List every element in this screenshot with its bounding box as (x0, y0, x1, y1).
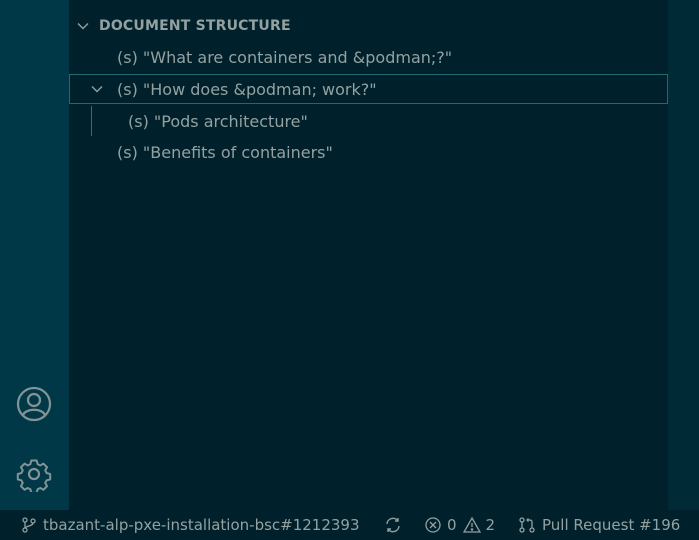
tree-item[interactable]: (s) "Pods architecture" (69, 106, 668, 136)
section-header-document-structure[interactable]: DOCUMENT STRUCTURE (69, 10, 668, 42)
status-bar: tbazant-alp-pxe-installation-bsc#1212393… (0, 510, 699, 540)
settings-gear-icon[interactable] (16, 456, 52, 494)
sync-icon (386, 517, 400, 533)
git-branch-icon (22, 517, 36, 533)
sidebar: DOCUMENT STRUCTURE (s) "What are contain… (69, 0, 668, 510)
pull-request-icon (519, 517, 535, 533)
pull-request-status[interactable]: Pull Request #196 (518, 516, 680, 534)
tree-item-selected[interactable]: (s) "How does &podman; work?" (69, 74, 668, 104)
warning-count: 2 (485, 516, 496, 534)
activity-bar (0, 0, 69, 510)
tree-item[interactable]: (s) "Benefits of containers" (69, 137, 668, 167)
branch-status[interactable]: tbazant-alp-pxe-installation-bsc#1212393 (20, 516, 360, 534)
chevron-down-icon[interactable] (89, 81, 105, 97)
section-title: DOCUMENT STRUCTURE (99, 18, 291, 34)
sync-button[interactable] (384, 516, 402, 534)
window: DOCUMENT STRUCTURE (s) "What are contain… (0, 0, 699, 540)
problems-status[interactable]: 0 2 (424, 516, 495, 534)
chevron-down-icon (77, 23, 89, 30)
indent-guide (91, 106, 92, 136)
sidebar-top-strip (69, 0, 668, 10)
branch-name: tbazant-alp-pxe-installation-bsc#1212393 (43, 516, 360, 534)
scroll-gutter (668, 0, 699, 510)
tree-item-label: (s) "How does &podman; work?" (117, 79, 377, 99)
tree-item-label: (s) "Benefits of containers" (117, 142, 333, 162)
tree-item-label: (s) "Pods architecture" (128, 111, 308, 131)
error-count: 0 (447, 516, 457, 534)
warning-icon (462, 516, 481, 533)
tree-item[interactable]: (s) "What are containers and &podman;?" (69, 42, 668, 72)
pull-request-label: Pull Request #196 (542, 516, 681, 534)
account-icon[interactable] (16, 386, 52, 422)
error-icon (425, 517, 441, 533)
tree-item-label: (s) "What are containers and &podman;?" (117, 47, 453, 67)
